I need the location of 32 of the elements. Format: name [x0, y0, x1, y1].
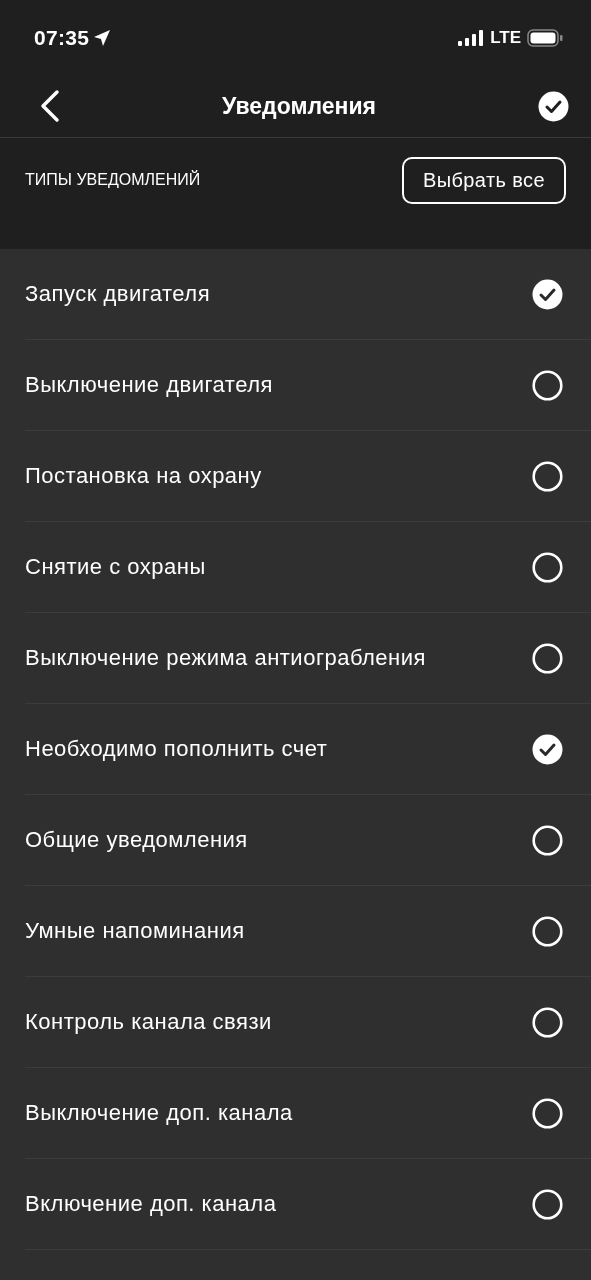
option-label[interactable]: Снятие с охраны — [25, 554, 206, 580]
option-label[interactable]: Выключение доп. канала — [25, 1100, 293, 1126]
select-all-button[interactable]: Выбрать все — [401, 157, 566, 204]
section-title: ТИПЫ УВЕДОМЛЕНИЙ — [25, 171, 201, 189]
unchecked-circle-icon[interactable] — [532, 551, 563, 583]
unchecked-circle-icon[interactable] — [532, 1097, 563, 1129]
confirm-check-icon[interactable] — [538, 90, 569, 122]
option-label[interactable]: Необходимо пополнить счет — [25, 736, 328, 762]
location-arrow-icon — [93, 28, 112, 47]
option-label[interactable]: Выключение двигателя — [25, 372, 273, 398]
battery-icon — [527, 28, 563, 47]
option-label[interactable]: Постановка на охрану — [25, 463, 262, 489]
unchecked-circle-icon[interactable] — [532, 460, 563, 492]
option-label[interactable]: Умные напоминания — [25, 918, 245, 944]
unchecked-circle-icon[interactable] — [532, 915, 563, 947]
network-label: LTE — [490, 27, 521, 48]
screen-title: Уведомления — [222, 92, 376, 120]
unchecked-circle-icon[interactable] — [532, 1006, 563, 1038]
unchecked-circle-icon[interactable] — [532, 824, 563, 856]
option-label[interactable]: Запуск двигателя — [25, 281, 211, 307]
unchecked-circle-icon[interactable] — [532, 1188, 563, 1220]
option-label[interactable]: Контроль канала связи — [25, 1009, 272, 1035]
status-time: 07:35 — [34, 25, 90, 50]
signal-icon — [458, 29, 485, 46]
option-label[interactable]: Включение доп. канала — [25, 1191, 277, 1217]
unchecked-circle-icon[interactable] — [532, 369, 563, 401]
checked-icon[interactable] — [532, 733, 563, 765]
checked-icon[interactable] — [532, 278, 563, 310]
option-label[interactable]: Общие уведомления — [25, 827, 248, 853]
option-label[interactable]: Выключение режима антиограбления — [25, 645, 426, 671]
back-icon[interactable] — [40, 89, 60, 123]
unchecked-circle-icon[interactable] — [532, 642, 563, 674]
